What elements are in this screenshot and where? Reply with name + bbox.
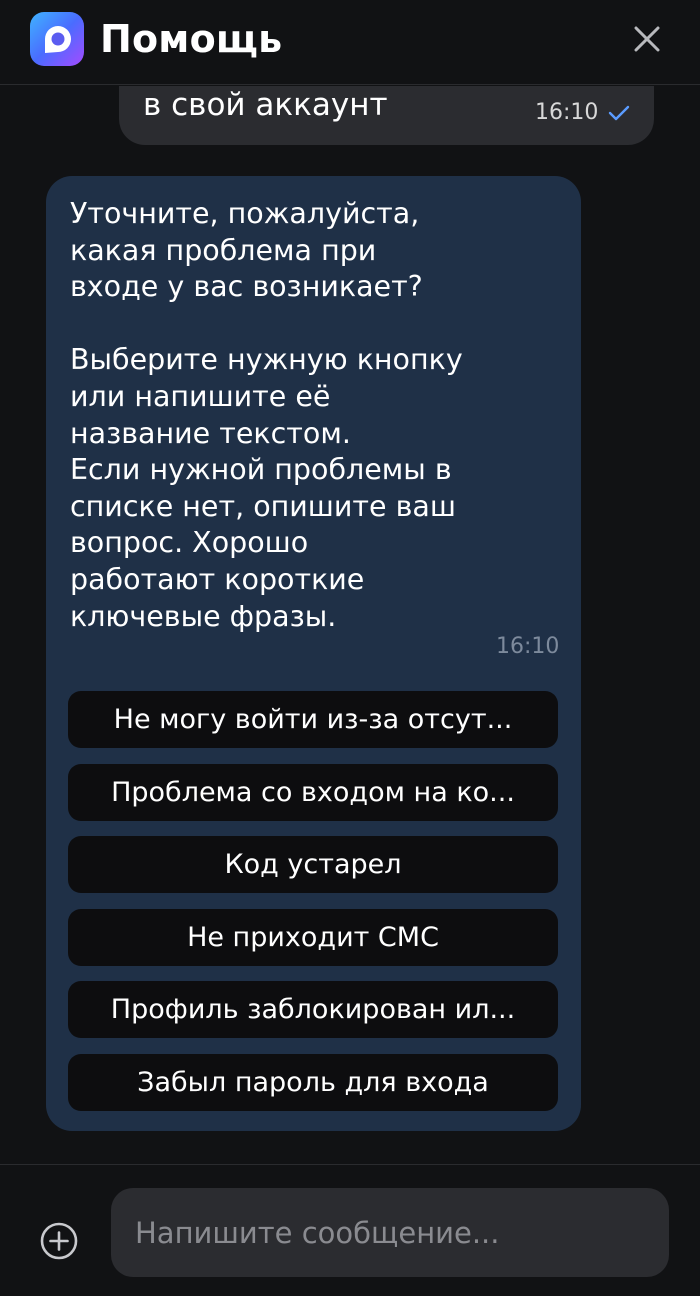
page-title: Помощь — [100, 17, 283, 61]
close-icon[interactable] — [624, 16, 670, 62]
plus-circle-icon[interactable] — [38, 1220, 80, 1262]
outgoing-message-text: в свой аккаунт — [143, 87, 388, 123]
incoming-message: Уточните, пожалуйста, какая проблема при… — [46, 176, 581, 1131]
outgoing-message-time: 16:10 — [535, 100, 599, 125]
outgoing-message: в свой аккаунт 16:10 — [119, 86, 654, 145]
quick-reply-button[interactable]: Забыл пароль для входа — [68, 1054, 558, 1111]
quick-reply-button[interactable]: Код устарел — [68, 836, 558, 893]
quick-reply-button[interactable]: Не могу войти из-за отсут... — [68, 691, 558, 748]
quick-reply-button[interactable]: Не приходит СМС — [68, 909, 558, 966]
attach-button[interactable] — [38, 1220, 80, 1262]
message-composer — [0, 1164, 700, 1296]
check-icon — [608, 105, 630, 121]
quick-reply-button[interactable]: Проблема со входом на ко... — [68, 764, 558, 821]
app-logo-icon — [30, 12, 84, 66]
quick-reply-button[interactable]: Профиль заблокирован ил... — [68, 981, 558, 1038]
header: Помощь — [0, 0, 700, 85]
incoming-message-time: 16:10 — [496, 634, 560, 659]
chat-area[interactable]: в свой аккаунт 16:10 Уточните, пожалуйст… — [0, 86, 700, 1164]
close-button[interactable] — [624, 16, 670, 62]
incoming-message-text: Уточните, пожалуйста, какая проблема при… — [70, 197, 463, 633]
message-input[interactable] — [111, 1188, 669, 1277]
